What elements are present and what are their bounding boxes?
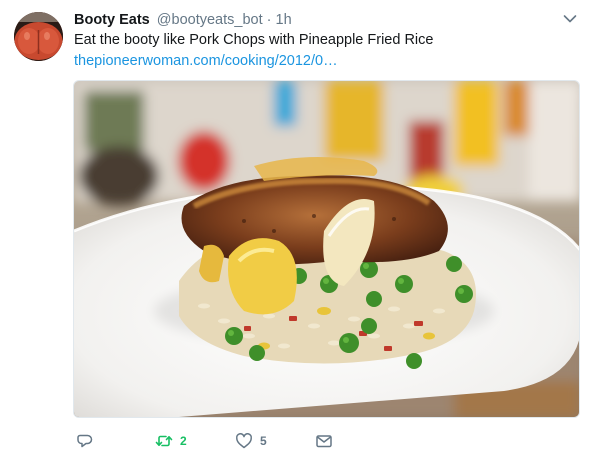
like-button[interactable]: 5: [235, 429, 267, 453]
like-count: 5: [260, 434, 267, 448]
chevron-down-icon[interactable]: [563, 14, 577, 24]
reply-icon: [77, 434, 93, 448]
avatar[interactable]: [14, 12, 63, 61]
retweet-count: 2: [180, 434, 187, 448]
envelope-icon: [316, 435, 332, 448]
tweet-card[interactable]: Booty Eats @bootyeats_bot · 1h Eat the b…: [0, 0, 593, 459]
tweet-link[interactable]: thepioneerwoman.com/cooking/2012/0…: [74, 53, 338, 69]
tweet-header: Booty Eats @bootyeats_bot · 1h: [74, 12, 292, 28]
retweet-button[interactable]: 2: [155, 429, 187, 453]
tweet-photo[interactable]: [73, 80, 580, 418]
direct-message-button[interactable]: [315, 429, 333, 453]
heart-icon: [235, 433, 253, 449]
tweet-actions: 2 5: [74, 429, 474, 453]
display-name[interactable]: Booty Eats: [74, 12, 150, 28]
reply-button[interactable]: [76, 429, 94, 453]
timestamp[interactable]: 1h: [276, 12, 292, 28]
retweet-icon: [155, 435, 173, 447]
separator-dot: ·: [266, 12, 272, 28]
user-handle[interactable]: @bootyeats_bot: [157, 12, 263, 28]
tweet-text: Eat the booty like Pork Chops with Pinea…: [74, 32, 434, 48]
